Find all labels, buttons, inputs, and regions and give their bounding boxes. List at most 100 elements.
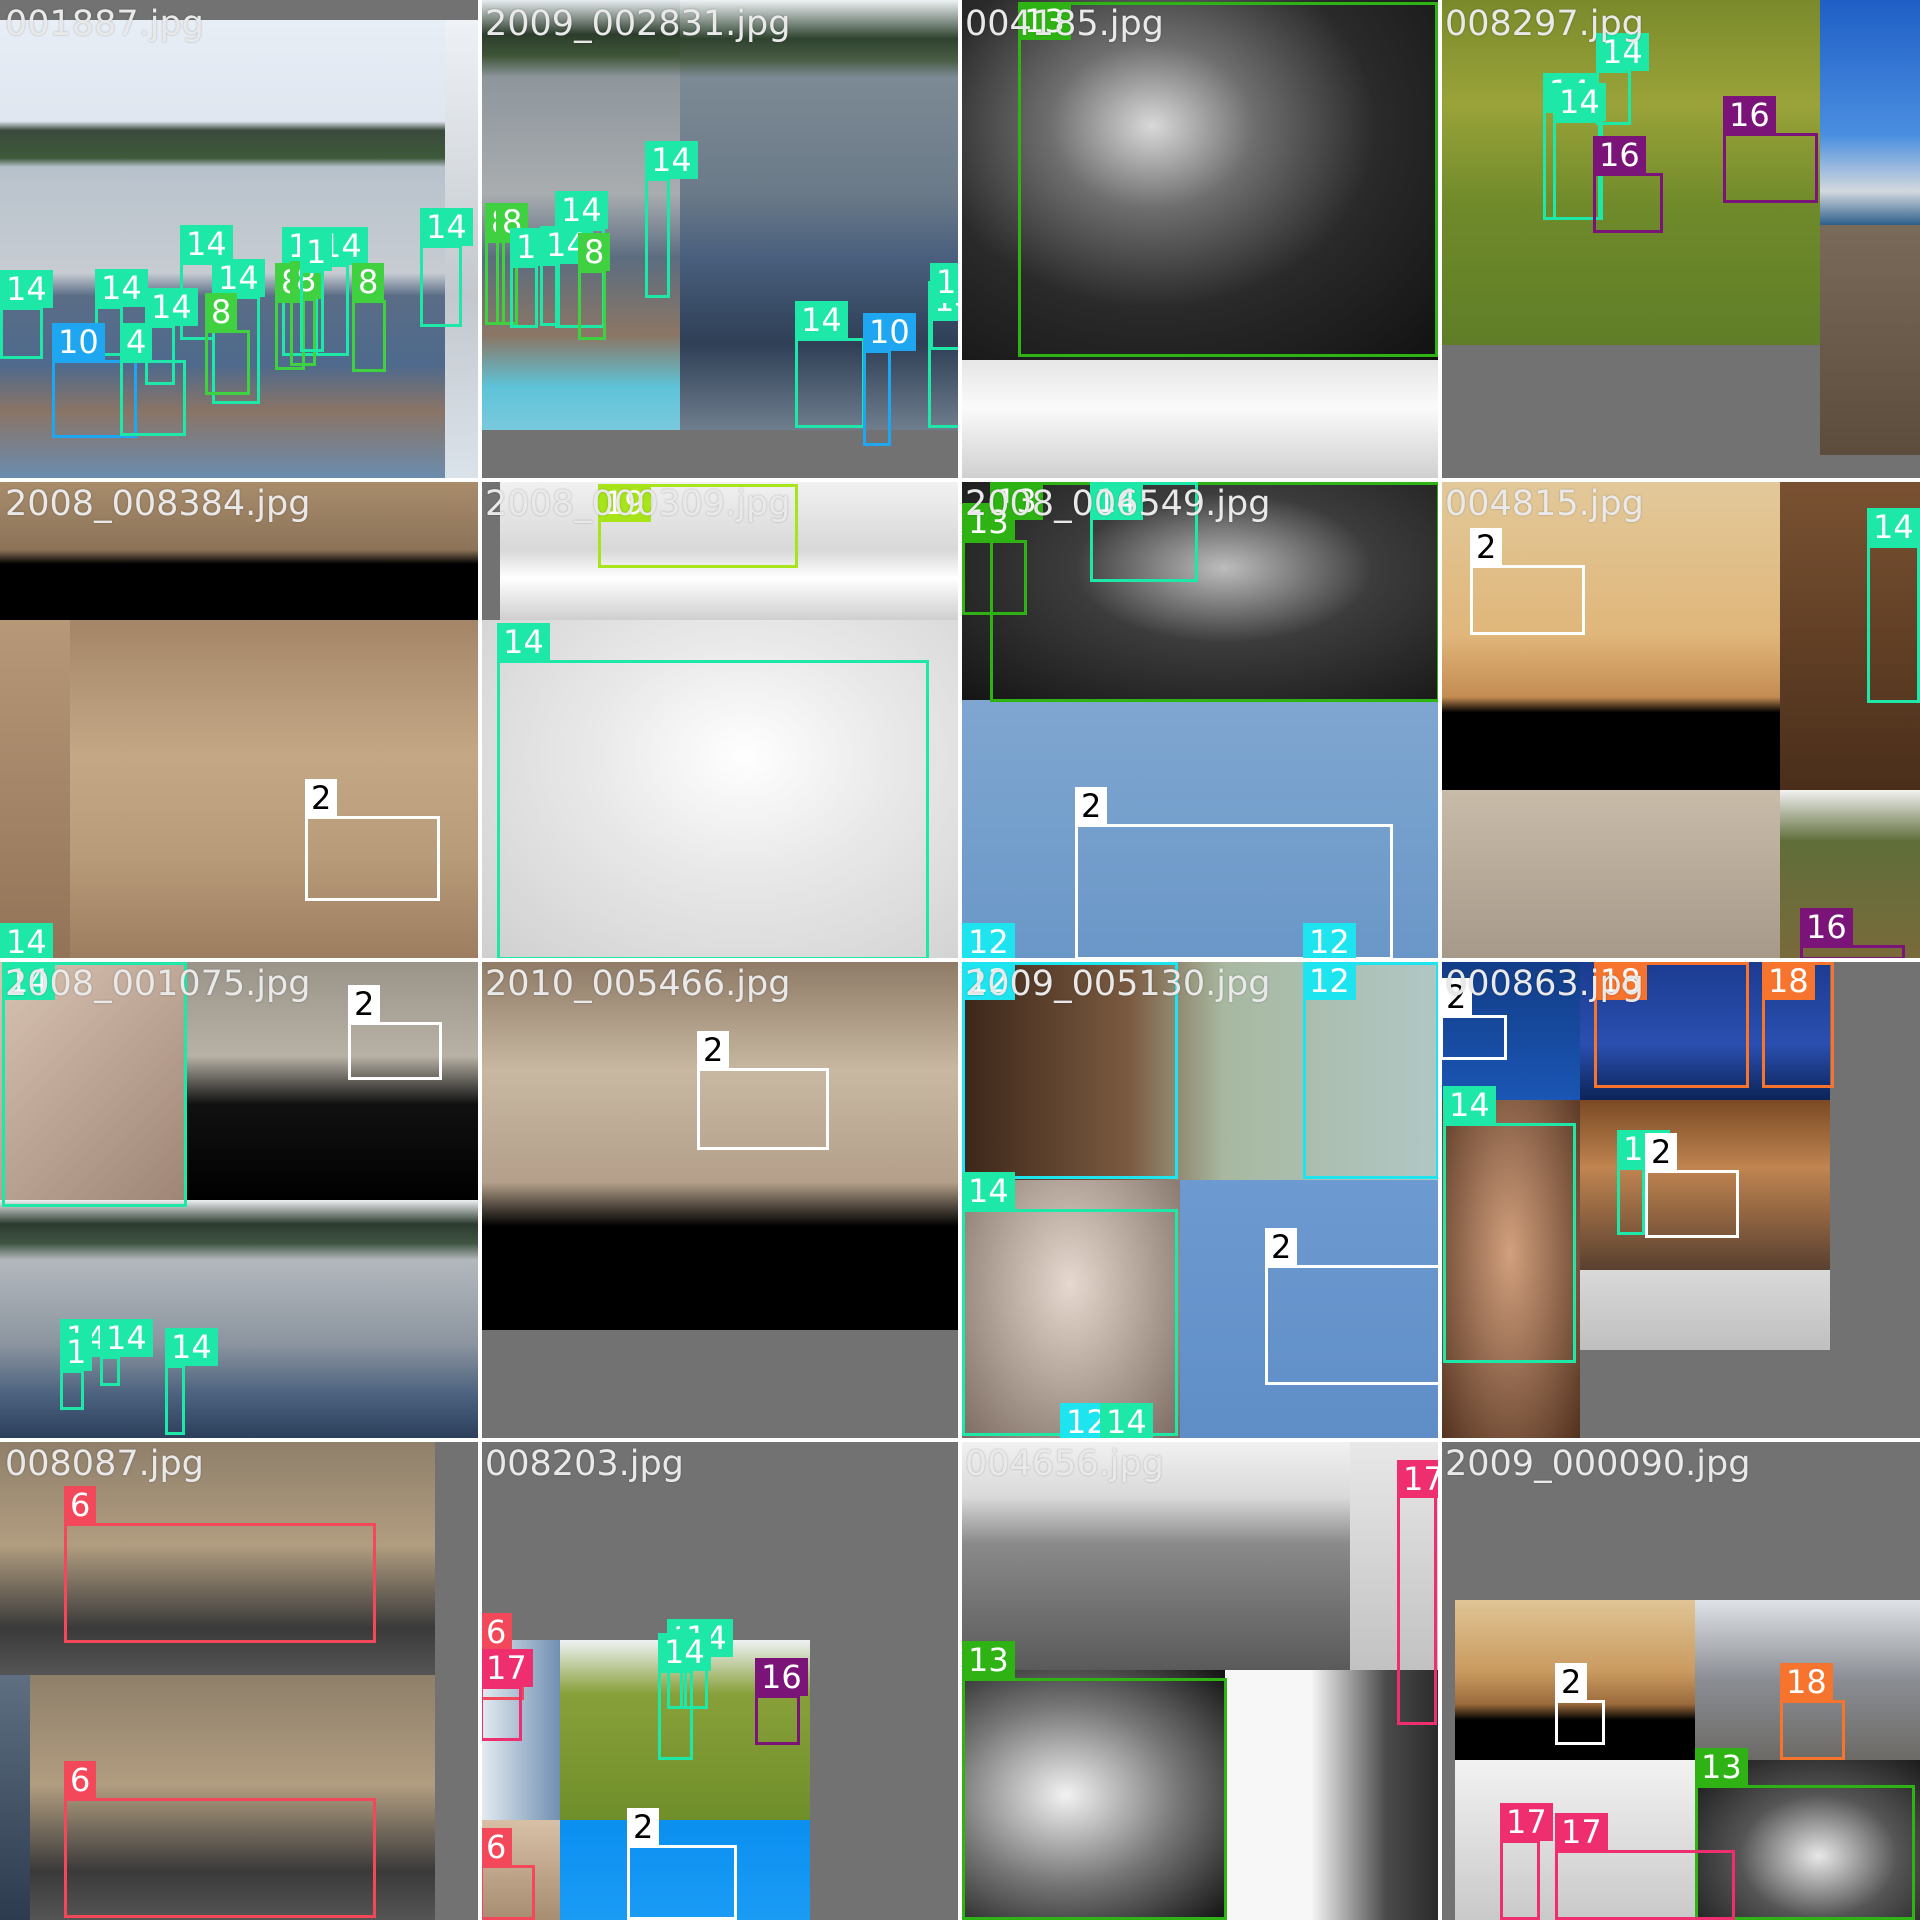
detection-box: 8 bbox=[205, 293, 250, 395]
detection-box: 14 bbox=[100, 1319, 153, 1386]
class-label: 2 bbox=[305, 779, 338, 817]
class-label: 18 bbox=[1762, 962, 1815, 1000]
detection-box: 2 bbox=[1645, 1133, 1739, 1238]
class-label: 17 bbox=[1397, 1460, 1440, 1498]
mosaic-tile: 004656.jpg 17 13 bbox=[960, 1440, 1440, 1920]
tile-filename: 2009_002831.jpg bbox=[485, 4, 791, 44]
tile-filename: 2008_008384.jpg bbox=[5, 484, 311, 524]
tile-filename: 2008_001075.jpg bbox=[5, 964, 311, 1004]
mosaic-tile: 008297.jpg1414141616 bbox=[1440, 0, 1920, 480]
detection-box: 12 bbox=[1303, 962, 1439, 1179]
mosaic-tile: 2008_006549.jpg 13 14 13 2 12 12 bbox=[960, 480, 1440, 960]
mosaic-tile: 2009_002831.jpg141414141014881148 bbox=[480, 0, 960, 480]
tile-filename: 004656.jpg bbox=[965, 1444, 1164, 1484]
detection-box: 14 bbox=[645, 141, 698, 298]
class-label: 12 bbox=[1303, 923, 1356, 960]
class-label: 1 bbox=[60, 1333, 93, 1371]
class-label: 1 bbox=[510, 228, 543, 266]
detection-box: 13 bbox=[962, 1641, 1227, 1920]
class-label: 16 bbox=[1800, 908, 1853, 946]
detection-box: 1 bbox=[510, 228, 543, 328]
mosaic-tile: 000863.jpg 2 18 18 14 14 2 bbox=[1440, 960, 1920, 1440]
class-label: 17 bbox=[480, 1649, 533, 1687]
photo-patch bbox=[1440, 480, 1780, 790]
photo-patch bbox=[1580, 1270, 1830, 1350]
detection-box: 2 bbox=[348, 985, 442, 1080]
mosaic-tile: 2009_005130.jpg 12 12 14 2 12 14 bbox=[960, 960, 1440, 1440]
detection-box: 14 bbox=[1867, 508, 1920, 703]
class-label: 14 bbox=[212, 259, 265, 297]
class-label: 14 bbox=[1100, 1403, 1153, 1440]
detection-box: 14 bbox=[1443, 1086, 1576, 1363]
photo-patch bbox=[1440, 790, 1780, 960]
class-label: 14 bbox=[497, 623, 550, 661]
detection-box: 14 bbox=[795, 301, 865, 428]
class-label: 6 bbox=[480, 1613, 513, 1651]
tile-filename: 2009_005130.jpg bbox=[965, 964, 1271, 1004]
detection-box: 14 bbox=[930, 263, 960, 350]
detection-box: 14 bbox=[145, 288, 198, 385]
photo-patch bbox=[0, 620, 70, 960]
tile-filename: 2009_000090.jpg bbox=[1445, 1444, 1751, 1484]
mosaic-tile: 2008_008384.jpg 2 14 bbox=[0, 480, 480, 960]
tile-filename: 2008_006549.jpg bbox=[965, 484, 1271, 524]
class-label: 13 bbox=[1695, 1748, 1748, 1786]
tile-filename: 2008_000309.jpg bbox=[485, 484, 791, 524]
tile-filename: 004815.jpg bbox=[1445, 484, 1644, 524]
mosaic-tile: 2008_000309.jpg 19 14 bbox=[480, 480, 960, 960]
photo-patch bbox=[70, 620, 480, 960]
tile-filename: 008087.jpg bbox=[5, 1444, 204, 1484]
mosaic-tile: 2008_001075.jpg1421414114 bbox=[0, 960, 480, 1440]
class-label: 6 bbox=[480, 1828, 513, 1866]
grid-separator bbox=[0, 958, 1920, 962]
class-label: 13 bbox=[962, 1641, 1015, 1679]
class-label: 18 bbox=[1780, 1663, 1833, 1701]
class-label: 14 bbox=[0, 270, 53, 308]
class-label: 14 bbox=[95, 269, 148, 307]
class-label: 14 bbox=[100, 1319, 153, 1357]
photo-patch bbox=[1820, 225, 1920, 455]
photo-patch bbox=[0, 1675, 30, 1920]
class-label: 14 bbox=[930, 263, 960, 301]
class-label: 17 bbox=[1555, 1813, 1608, 1851]
class-label: 14 bbox=[1443, 1086, 1496, 1124]
class-label: 1 bbox=[300, 233, 333, 271]
detection-box: 14 bbox=[540, 226, 593, 326]
mosaic-tile: 004815.jpg 2 14 16 bbox=[1440, 480, 1920, 960]
class-label: 2 bbox=[627, 1808, 660, 1846]
detection-box: 6 bbox=[64, 1486, 376, 1643]
detection-box: 13 bbox=[962, 503, 1027, 615]
detection-box: 8 bbox=[578, 233, 611, 340]
class-label: 14 bbox=[145, 288, 198, 326]
photo-patch bbox=[960, 360, 1440, 480]
class-label: 8 bbox=[578, 233, 611, 271]
detection-box: 14 bbox=[497, 623, 929, 960]
grid-separator bbox=[1438, 0, 1442, 1920]
detection-box: 2 bbox=[1555, 1663, 1605, 1745]
detection-box: 2 bbox=[1470, 528, 1585, 635]
detection-box: 6 bbox=[64, 1761, 376, 1918]
detection-box: 2 bbox=[697, 1031, 829, 1150]
detection-box: 14 bbox=[962, 1172, 1178, 1436]
mosaic-tile: 008087.jpg 6 6 bbox=[0, 1440, 480, 1920]
detection-box: 8 bbox=[352, 263, 386, 372]
detection-box: 14 bbox=[420, 208, 473, 327]
detection-box: 17 bbox=[1555, 1813, 1735, 1920]
photo-patch bbox=[1820, 0, 1920, 225]
class-label: 14 bbox=[555, 191, 608, 229]
class-label: 14 bbox=[658, 1633, 711, 1671]
class-label: 14 bbox=[645, 141, 698, 179]
class-label: 2 bbox=[1265, 1228, 1298, 1266]
detection-box: 2 bbox=[305, 779, 440, 901]
detection-box: 2 bbox=[627, 1808, 737, 1920]
class-label: 8 bbox=[205, 293, 238, 331]
detection-box: 2 bbox=[1440, 978, 1507, 1060]
detection-box: 17 bbox=[480, 1649, 533, 1741]
class-label: 14 bbox=[165, 1328, 218, 1366]
detection-box: 2 bbox=[1265, 1228, 1440, 1385]
class-label: 6 bbox=[64, 1761, 97, 1799]
detection-box: 16 bbox=[1593, 136, 1663, 233]
detection-box: 17 bbox=[1397, 1460, 1440, 1725]
detection-box: 13 bbox=[1018, 2, 1438, 357]
detection-box: 6 bbox=[480, 1828, 535, 1920]
